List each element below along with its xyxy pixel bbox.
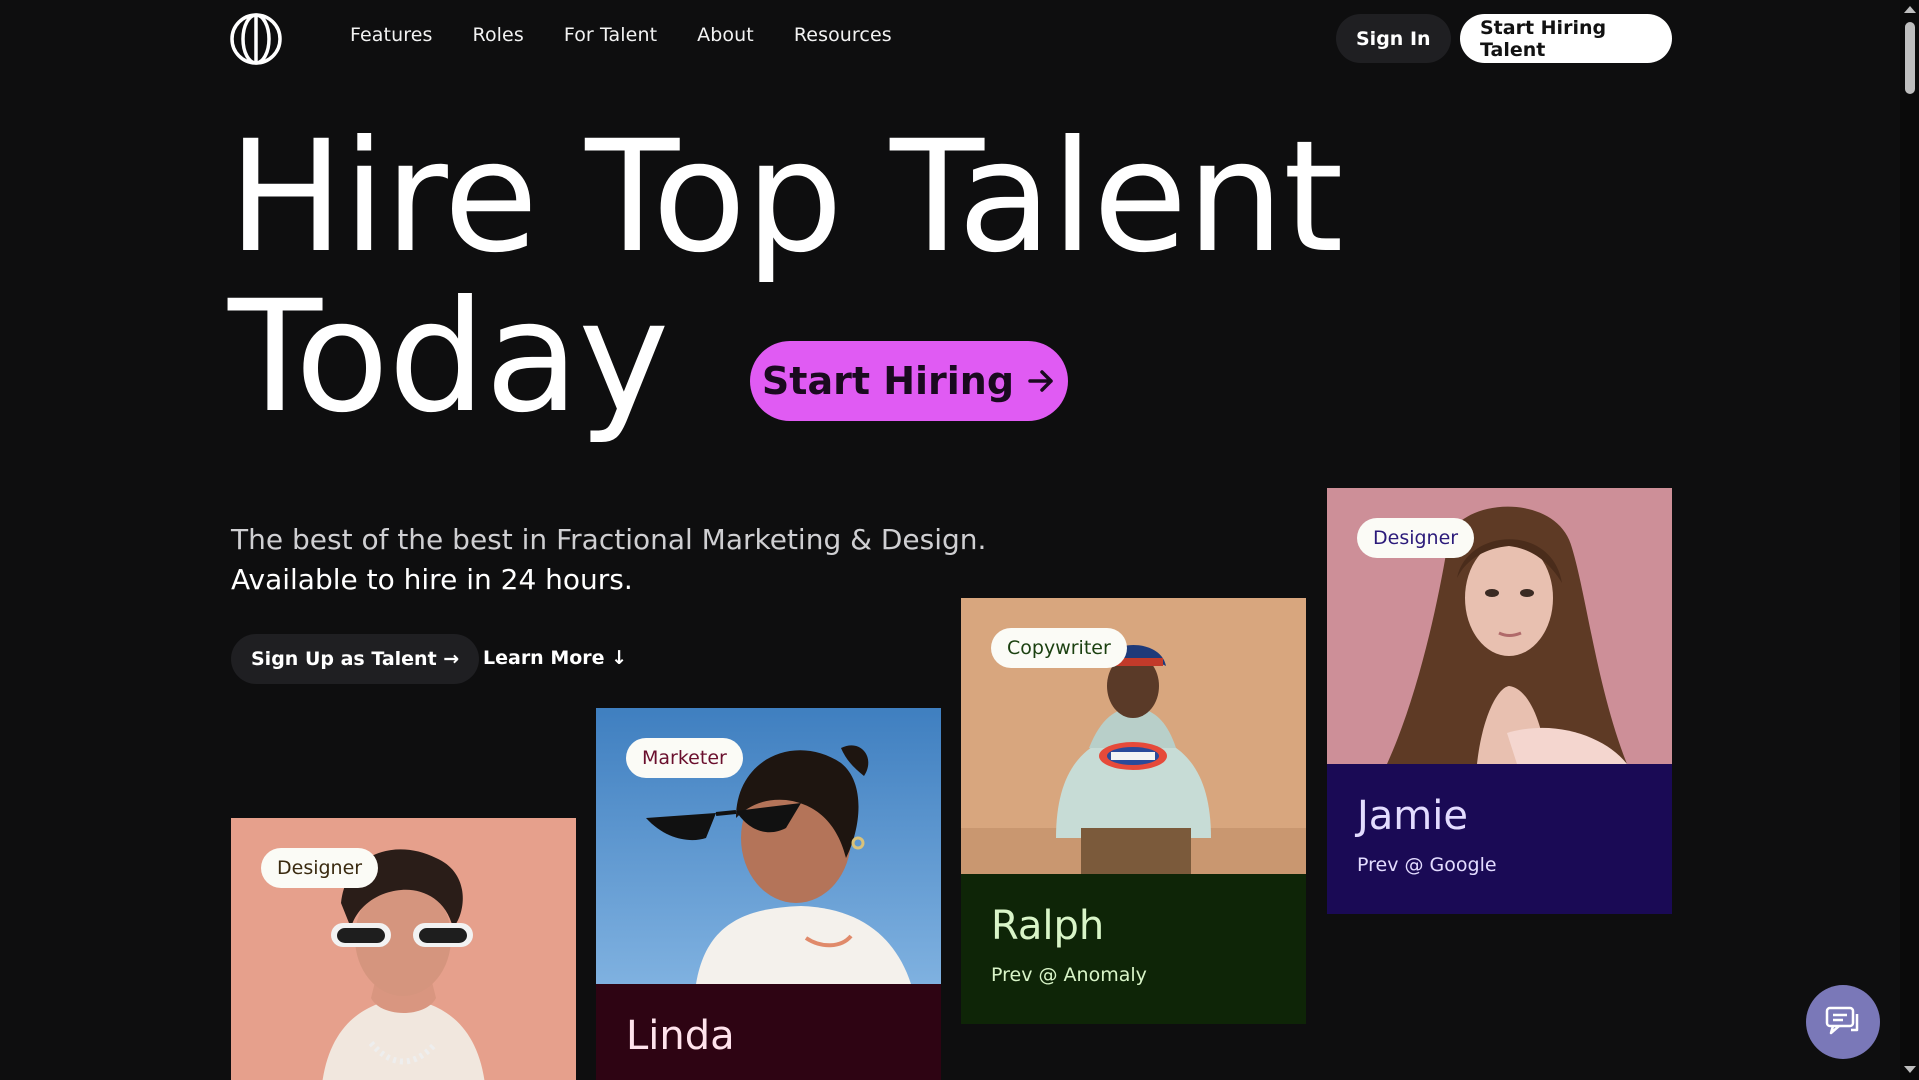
nav-link-features[interactable]: Features bbox=[350, 24, 433, 46]
scroll-thumb[interactable] bbox=[1905, 22, 1915, 94]
talent-info: Linda bbox=[596, 984, 941, 1080]
nav-link-about[interactable]: About bbox=[697, 24, 754, 46]
sign-in-button[interactable]: Sign In bbox=[1336, 14, 1451, 63]
page: Features Roles For Talent About Resource… bbox=[0, 0, 1900, 1080]
start-hiring-button[interactable]: Start Hiring bbox=[750, 341, 1068, 421]
talent-info: Ralph Prev @ Anomaly bbox=[961, 874, 1306, 1024]
talent-card-linda[interactable]: Marketer Linda bbox=[596, 708, 941, 1080]
start-hiring-label: Start Hiring bbox=[761, 359, 1015, 403]
talent-card-jamie[interactable]: Designer Jamie Prev @ Google bbox=[1327, 488, 1672, 914]
scroll-up-arrow-icon[interactable] bbox=[1904, 6, 1916, 13]
hero-subtitle: The best of the best in Fractional Marke… bbox=[231, 520, 986, 600]
hero-subtitle-line-2: Available to hire in 24 hours. bbox=[231, 563, 633, 596]
role-tag: Copywriter bbox=[991, 628, 1127, 668]
talent-photo: Designer bbox=[1327, 488, 1672, 764]
scroll-down-arrow-icon[interactable] bbox=[1904, 1066, 1916, 1073]
hero-title-line-1: Hire Top Talent bbox=[228, 108, 1344, 287]
nav-links: Features Roles For Talent About Resource… bbox=[350, 24, 892, 46]
hero-subtitle-line-1: The best of the best in Fractional Marke… bbox=[231, 523, 987, 556]
talent-info: Jamie Prev @ Google bbox=[1327, 764, 1672, 914]
talent-photo: Designer bbox=[231, 818, 576, 1080]
talent-photo: Copywriter bbox=[961, 598, 1306, 874]
talent-previous-employer: Prev @ Anomaly bbox=[991, 964, 1147, 986]
talent-name: Jamie bbox=[1357, 793, 1468, 839]
nav-link-for-talent[interactable]: For Talent bbox=[564, 24, 657, 46]
nav-link-resources[interactable]: Resources bbox=[794, 24, 892, 46]
sign-up-as-talent-button[interactable]: Sign Up as Talent → bbox=[231, 634, 480, 684]
chat-bubble-icon[interactable] bbox=[1806, 985, 1880, 1059]
learn-more-link[interactable]: Learn More ↓ bbox=[483, 647, 627, 669]
talent-previous-employer: Prev @ Google bbox=[1357, 854, 1497, 876]
talent-card-designer-1[interactable]: Designer bbox=[231, 818, 576, 1080]
talent-name: Ralph bbox=[991, 903, 1105, 949]
globe-logo-icon[interactable] bbox=[230, 13, 282, 65]
arrow-right-icon bbox=[1028, 370, 1053, 392]
talent-name: Linda bbox=[626, 1013, 735, 1059]
start-hiring-talent-button[interactable]: Start Hiring Talent bbox=[1460, 14, 1672, 63]
role-tag: Marketer bbox=[626, 738, 743, 778]
top-nav: Features Roles For Talent About Resource… bbox=[230, 0, 1672, 76]
talent-card-ralph[interactable]: Copywriter Ralph Prev @ Anomaly bbox=[961, 598, 1306, 1024]
nav-link-roles[interactable]: Roles bbox=[473, 24, 524, 46]
page-scrollbar[interactable] bbox=[1900, 0, 1919, 1080]
role-tag: Designer bbox=[261, 848, 379, 888]
talent-photo: Marketer bbox=[596, 708, 941, 984]
role-tag: Designer bbox=[1357, 518, 1475, 558]
